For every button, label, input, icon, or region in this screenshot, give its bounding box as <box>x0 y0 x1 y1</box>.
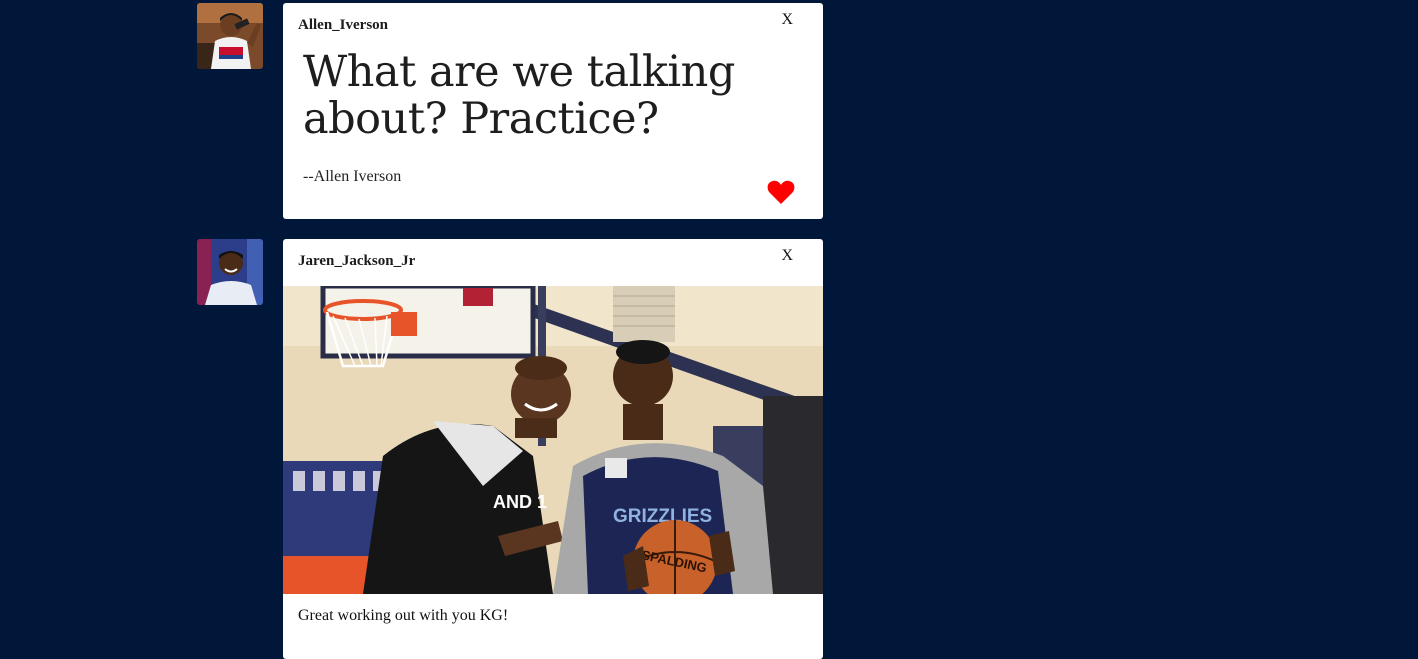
avatar-jaren-jackson-image <box>197 239 263 305</box>
avatar-allen-iverson-image <box>197 3 263 69</box>
close-button[interactable]: X <box>781 11 793 29</box>
post-photo-image[interactable]: AND 1 GRIZZLIES SPALDING <box>283 286 823 594</box>
avatar[interactable] <box>197 3 263 69</box>
username[interactable]: Jaren_Jackson_Jr <box>298 253 415 270</box>
heart-icon[interactable] <box>767 179 795 205</box>
quote-source: --Allen Iverson <box>303 168 402 185</box>
quote-card: Allen_Iverson X What are we talking abou… <box>283 3 823 219</box>
photo-shirt-text: AND 1 <box>493 492 547 512</box>
quote-text: What are we talking about? Practice? <box>303 47 735 144</box>
close-button[interactable]: X <box>781 247 793 265</box>
username[interactable]: Allen_Iverson <box>298 17 388 34</box>
post-caption: Great working out with you KG! <box>298 607 509 624</box>
photo-card: Jaren_Jackson_Jr X AND 1 GRIZZLIES SPALD… <box>283 239 823 659</box>
avatar[interactable] <box>197 239 263 305</box>
